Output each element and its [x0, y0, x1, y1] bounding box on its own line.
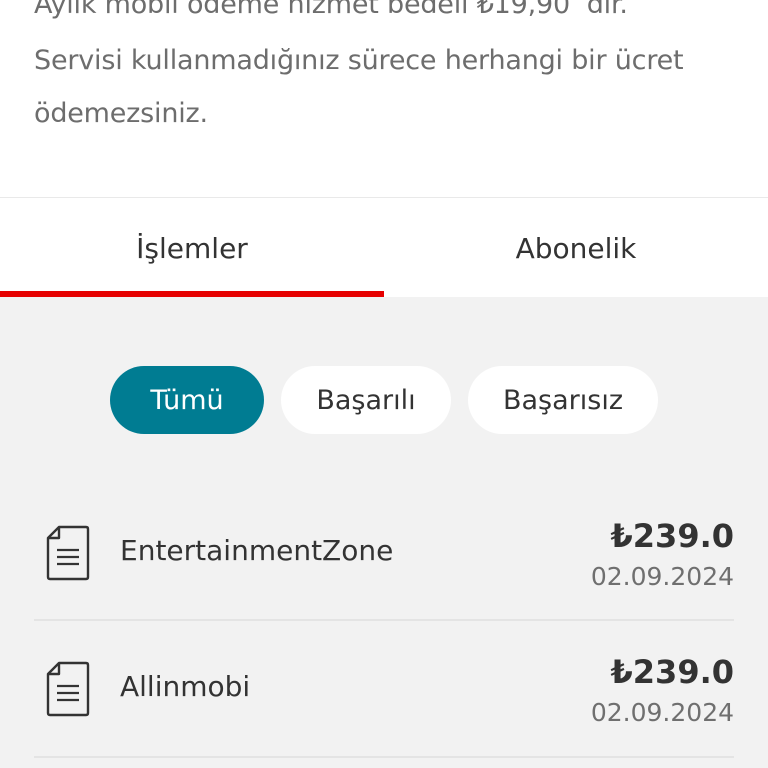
info-text-line-3: ödemezsiniz. — [34, 98, 208, 129]
transaction-name: EntertainmentZone — [120, 534, 394, 567]
document-icon — [46, 525, 90, 581]
screen: Aylık mobil ödeme hizmet bedeli ₺19,90 ’… — [0, 0, 768, 768]
transaction-row[interactable]: Allinmobi ₺239.0 02.09.2024 — [0, 620, 768, 756]
transaction-row[interactable]: EntertainmentZone ₺239.0 02.09.2024 — [0, 484, 768, 620]
transaction-name: Allinmobi — [120, 670, 251, 703]
filter-chip-basarili[interactable]: Başarılı — [281, 366, 451, 434]
info-text-line-1: Aylık mobil ödeme hizmet bedeli ₺19,90 ’… — [34, 0, 628, 20]
transaction-date: 02.09.2024 — [590, 698, 734, 727]
info-text-line-2: Servisi kullanmadığınız sürece herhangi … — [34, 45, 684, 76]
info-section: Aylık mobil ödeme hizmet bedeli ₺19,90 ’… — [0, 0, 768, 197]
transaction-amount: ₺239.0 — [610, 517, 734, 555]
filter-chip-basarisiz[interactable]: Başarısız — [468, 366, 658, 434]
tab-islemler[interactable]: İşlemler — [0, 198, 384, 297]
tab-islemler-label: İşlemler — [136, 232, 248, 265]
filter-chip-tumu[interactable]: Tümü — [110, 366, 264, 434]
row-divider — [34, 756, 734, 758]
active-tab-indicator — [0, 291, 384, 297]
document-icon — [46, 661, 90, 717]
transaction-date: 02.09.2024 — [590, 562, 734, 591]
tab-abonelik-label: Abonelik — [515, 232, 637, 265]
transaction-amount: ₺239.0 — [610, 653, 734, 691]
tab-bar: İşlemler Abonelik — [0, 198, 768, 297]
tab-abonelik[interactable]: Abonelik — [384, 198, 768, 297]
